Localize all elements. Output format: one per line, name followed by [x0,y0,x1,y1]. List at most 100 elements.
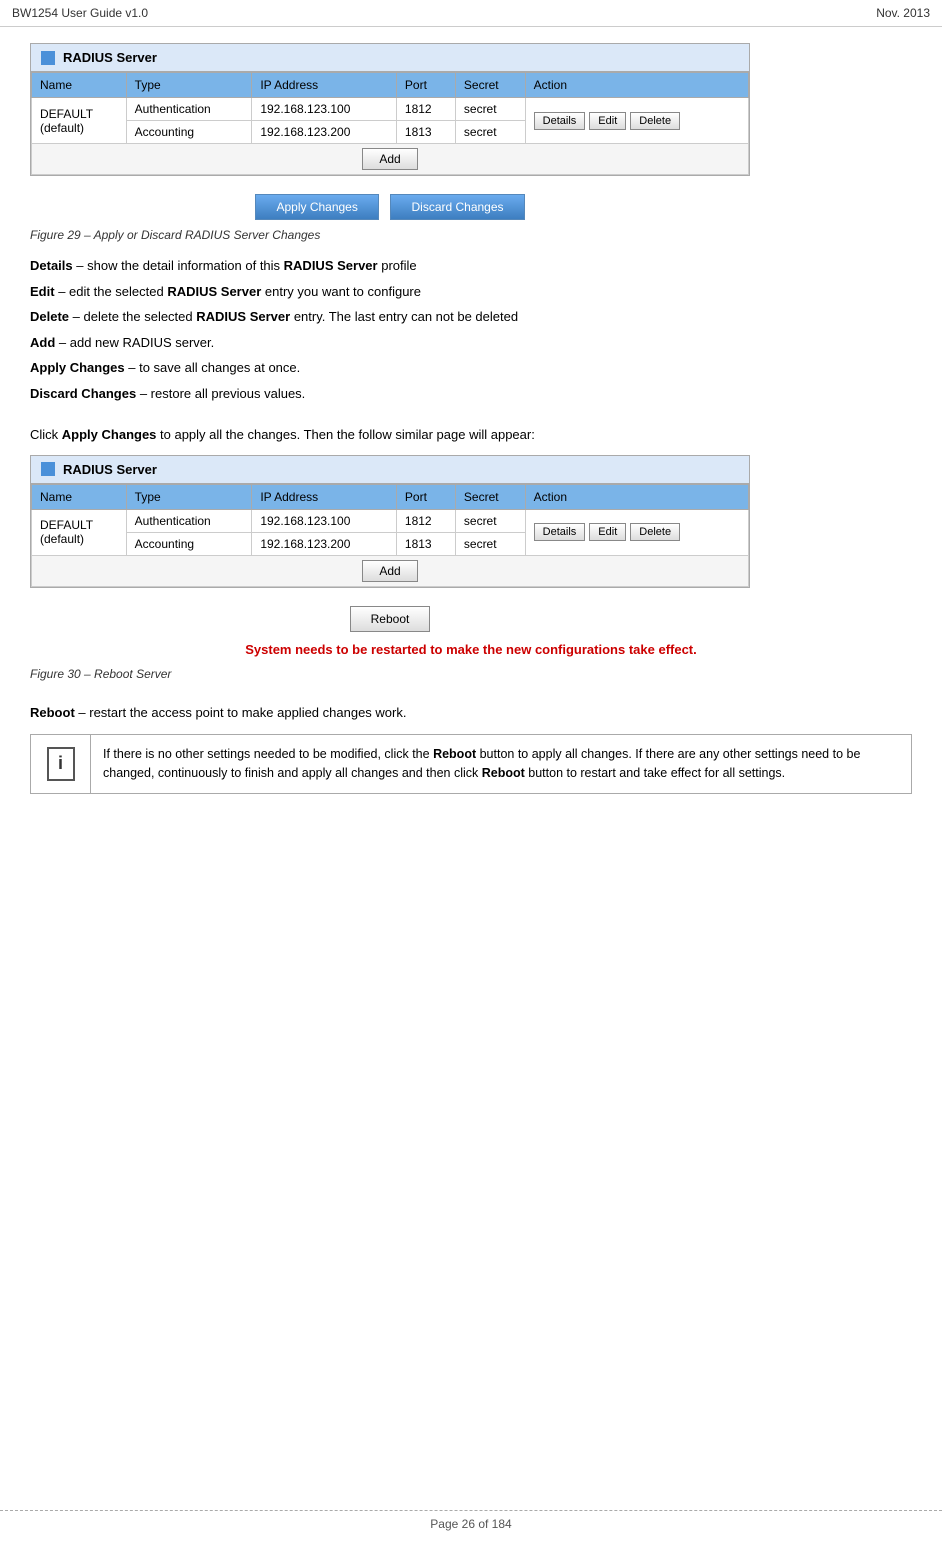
add-button-1[interactable]: Add [362,148,417,170]
delete-button-2[interactable]: Delete [630,523,680,541]
row-type-2a: Authentication [126,509,252,532]
header-title-right: Nov. 2013 [876,6,930,20]
row-secret-1a: secret [455,98,525,121]
row-type-2b: Accounting [126,532,252,555]
note-text-1: If there is no other settings needed to … [103,747,433,761]
table-header-row-2: Name Type IP Address Port Secret Action [32,484,749,509]
row-port-2b: 1813 [396,532,455,555]
row-type-1a: Authentication [126,98,252,121]
row-name-1: DEFAULT(default) [32,98,127,144]
click-rest: to apply all the changes. Then the follo… [156,427,534,442]
system-message: System needs to be restarted to make the… [30,642,912,657]
row-name-2: DEFAULT(default) [32,509,127,555]
figure-30-caption: Figure 30 – Reboot Server [30,667,912,681]
reboot-button-row: Reboot [30,606,750,632]
desc-details-text: – show the detail information of this [76,258,283,273]
desc-discard-text: – restore all previous values. [140,386,305,401]
desc-discard: Discard Changes – restore all previous v… [30,384,912,404]
table-row: DEFAULT(default) Authentication 192.168.… [32,98,749,121]
reboot-button[interactable]: Reboot [350,606,431,632]
add-row-2: Add [32,555,749,586]
details-button-2[interactable]: Details [534,523,586,541]
desc-apply-text: – to save all changes at once. [128,360,300,375]
radius-widget-1: RADIUS Server Name Type IP Address Port … [30,43,750,176]
desc-delete-label: Delete [30,309,69,324]
desc-edit-label: Edit [30,284,55,299]
row-ip-2a: 192.168.123.100 [252,509,397,532]
header: BW1254 User Guide v1.0 Nov. 2013 [0,0,942,27]
desc-delete-text: – delete the selected [73,309,197,324]
row-port-2a: 1812 [396,509,455,532]
apply-discard-row-1: Apply Changes Discard Changes [30,194,750,220]
radius-widget-title-1: RADIUS Server [63,50,157,65]
radius-table-2: Name Type IP Address Port Secret Action … [31,484,749,587]
reboot-desc: Reboot – restart the access point to mak… [30,703,912,723]
col-name-2: Name [32,484,127,509]
add-row-1: Add [32,144,749,175]
note-bold-1: Reboot [433,747,476,761]
footer: Page 26 of 184 [0,1510,942,1531]
note-icon-cell: i [31,735,91,793]
delete-button-1[interactable]: Delete [630,112,680,130]
reboot-desc-text: – restart the access point to make appli… [78,705,406,720]
col-type-1: Type [126,73,252,98]
col-port-2: Port [396,484,455,509]
col-ip-1: IP Address [252,73,397,98]
row-actions-2: Details Edit Delete [525,509,748,555]
desc-discard-label: Discard Changes [30,386,136,401]
info-icon: i [47,747,75,781]
desc-apply: Apply Changes – to save all changes at o… [30,358,912,378]
note-text-3: button to restart and take effect for al… [525,766,785,780]
desc-edit-bold: RADIUS Server [167,284,261,299]
figure-29-caption: Figure 29 – Apply or Discard RADIUS Serv… [30,228,912,242]
desc-edit-text: – edit the selected [58,284,167,299]
col-secret-1: Secret [455,73,525,98]
radius-icon-2 [41,462,55,476]
col-secret-2: Secret [455,484,525,509]
row-secret-2b: secret [455,532,525,555]
footer-text: Page 26 of 184 [430,1517,511,1531]
col-port-1: Port [396,73,455,98]
radius-icon-1 [41,51,55,65]
radius-widget-header-1: RADIUS Server [31,44,749,72]
col-ip-2: IP Address [252,484,397,509]
desc-details: Details – show the detail information of… [30,256,912,276]
row-secret-1b: secret [455,121,525,144]
row-port-1b: 1813 [396,121,455,144]
header-title-left: BW1254 User Guide v1.0 [12,6,148,20]
desc-add-text: – add new RADIUS server. [59,335,214,350]
apply-changes-button-1[interactable]: Apply Changes [255,194,378,220]
col-action-2: Action [525,484,748,509]
row-ip-1a: 192.168.123.100 [252,98,397,121]
desc-edit-text2: entry you want to configure [265,284,421,299]
click-bold: Apply Changes [62,427,157,442]
reboot-desc-label: Reboot [30,705,75,720]
note-text: If there is no other settings needed to … [91,735,911,793]
click-intro-text: Click [30,427,62,442]
click-intro-para: Click Apply Changes to apply all the cha… [30,425,912,445]
discard-changes-button-1[interactable]: Discard Changes [390,194,524,220]
row-ip-2b: 192.168.123.200 [252,532,397,555]
desc-details-bold: RADIUS Server [284,258,378,273]
desc-apply-label: Apply Changes [30,360,125,375]
row-ip-1b: 192.168.123.200 [252,121,397,144]
desc-delete-bold: RADIUS Server [196,309,290,324]
table-header-row-1: Name Type IP Address Port Secret Action [32,73,749,98]
radius-widget-header-2: RADIUS Server [31,456,749,484]
note-bold-2: Reboot [482,766,525,780]
add-button-2[interactable]: Add [362,560,417,582]
note-box: i If there is no other settings needed t… [30,734,912,794]
details-button-1[interactable]: Details [534,112,586,130]
edit-button-2[interactable]: Edit [589,523,626,541]
col-name-1: Name [32,73,127,98]
desc-add: Add – add new RADIUS server. [30,333,912,353]
radius-widget-2: RADIUS Server Name Type IP Address Port … [30,455,750,588]
desc-edit: Edit – edit the selected RADIUS Server e… [30,282,912,302]
table-row: DEFAULT(default) Authentication 192.168.… [32,509,749,532]
radius-widget-title-2: RADIUS Server [63,462,157,477]
row-secret-2a: secret [455,509,525,532]
desc-add-label: Add [30,335,55,350]
edit-button-1[interactable]: Edit [589,112,626,130]
row-type-1b: Accounting [126,121,252,144]
radius-table-1: Name Type IP Address Port Secret Action … [31,72,749,175]
